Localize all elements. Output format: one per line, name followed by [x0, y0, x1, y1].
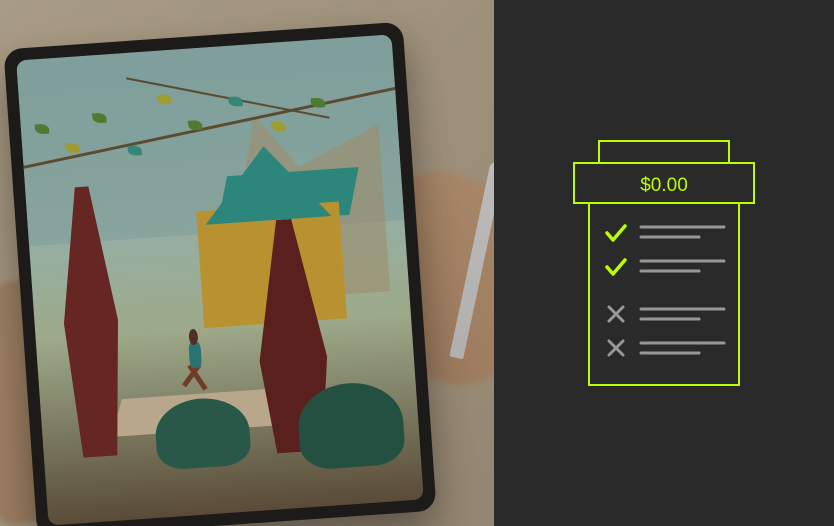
receipt-icon: $0.00	[569, 133, 759, 393]
receipt-body	[589, 203, 739, 385]
pricing-panel: $0.00	[494, 0, 834, 526]
cross-icon	[609, 307, 623, 321]
tablet-illustration-photo	[0, 0, 494, 526]
check-icon	[607, 226, 625, 240]
receipt-top-tab	[599, 141, 729, 163]
receipt-svg	[569, 133, 759, 393]
photo-dim-overlay	[0, 0, 494, 526]
check-icon	[607, 260, 625, 274]
cross-icon	[609, 341, 623, 355]
receipt-price: $0.00	[569, 175, 759, 197]
